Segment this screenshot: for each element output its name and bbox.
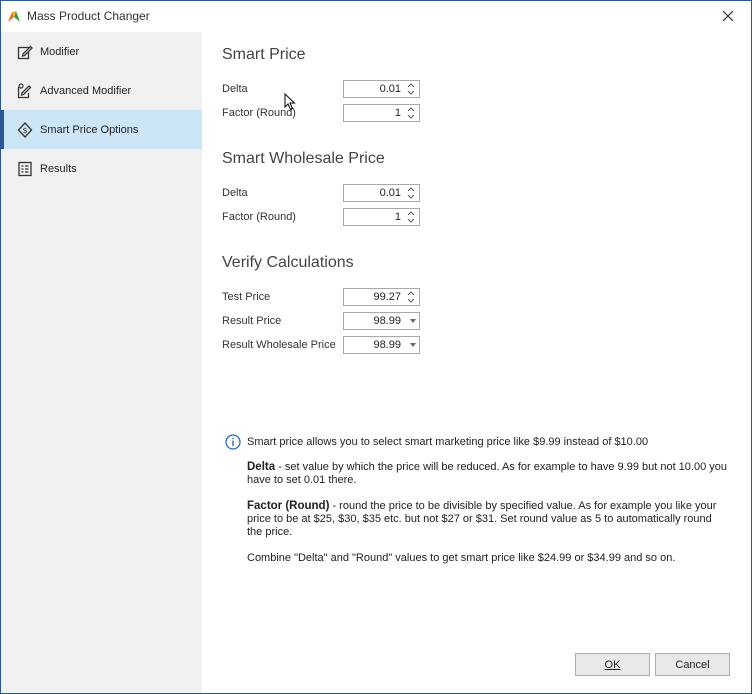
field-value: 0.01 [379,187,401,199]
sidebar-item-label: Modifier [40,45,80,58]
result-wholesale-dropdown[interactable]: 98.99 [343,336,420,354]
field-value: 1 [394,211,401,223]
app-logo-icon [8,11,20,22]
smart-price-icon: $ [16,121,33,138]
sidebar-item-label: Results [40,162,77,175]
window-title: Mass Product Changer [27,9,150,23]
smart-price-delta-label: Delta [222,83,248,95]
smart-wholesale-heading: Smart Wholesale Price [222,150,385,167]
close-icon [723,11,733,21]
main-panel: Smart Price Delta 0.01 Factor (Round) 1 … [202,32,751,693]
test-price-label: Test Price [222,291,271,303]
close-button[interactable] [705,1,751,31]
results-icon [16,160,33,177]
chevron-down-icon[interactable] [410,319,416,323]
wholesale-factor-input[interactable]: 1 [343,208,420,226]
advanced-edit-icon [16,82,33,99]
smart-price-heading: Smart Price [222,46,306,63]
edit-icon [16,43,33,60]
test-price-input[interactable]: 99.27 [343,288,420,306]
field-value: 0.01 [379,83,401,95]
verify-heading: Verify Calculations [222,254,354,271]
info-factor-term: Factor (Round) [247,500,330,512]
info-delta-text: - set value by which the price will be r… [247,461,728,486]
cancel-button[interactable]: Cancel [655,653,730,676]
sidebar: Modifier Advanced Modifier $ Smart Price… [1,32,202,693]
svg-text:$: $ [22,126,27,135]
spinner-icon[interactable] [405,186,417,200]
wholesale-delta-input[interactable]: 0.01 [343,184,420,202]
field-value: 99.27 [373,291,401,303]
title-bar: Mass Product Changer [1,1,751,31]
info-icon [225,434,241,450]
field-value: 98.99 [373,339,401,351]
sidebar-item-smart-price-options[interactable]: $ Smart Price Options [1,110,202,149]
spinner-icon[interactable] [405,106,417,120]
sidebar-item-advanced-modifier[interactable]: Advanced Modifier [1,71,202,110]
ok-button[interactable]: OK [575,653,650,676]
wholesale-delta-label: Delta [222,187,248,199]
sidebar-item-results[interactable]: Results [1,149,202,188]
smart-price-factor-input[interactable]: 1 [343,104,420,122]
mouse-cursor-icon [284,93,296,111]
ok-button-label: OK [604,658,621,671]
info-factor-paragraph: Factor (Round) - round the price to be d… [247,500,727,539]
info-combine-text: Combine "Delta" and "Round" values to ge… [247,552,676,564]
sidebar-item-modifier[interactable]: Modifier [1,32,202,71]
result-price-dropdown[interactable]: 98.99 [343,312,420,330]
dialog-window: Mass Product Changer Modifier Advanced M… [0,0,752,694]
spinner-icon[interactable] [405,82,417,96]
spinner-icon[interactable] [405,210,417,224]
cancel-button-label: Cancel [675,658,710,671]
info-delta-paragraph: Delta - set value by which the price wil… [247,461,727,487]
info-intro-text: Smart price allows you to select smart m… [247,436,649,448]
result-price-label: Result Price [222,315,282,327]
field-value: 1 [394,107,401,119]
field-value: 98.99 [373,315,401,327]
info-delta-term: Delta [247,461,276,473]
sidebar-item-label: Advanced Modifier [40,84,132,97]
sidebar-item-label: Smart Price Options [40,123,139,136]
wholesale-factor-label: Factor (Round) [222,211,296,223]
result-wholesale-label: Result Wholesale Price [222,339,336,351]
smart-price-delta-input[interactable]: 0.01 [343,80,420,98]
chevron-down-icon[interactable] [410,343,416,347]
spinner-icon[interactable] [405,290,417,304]
